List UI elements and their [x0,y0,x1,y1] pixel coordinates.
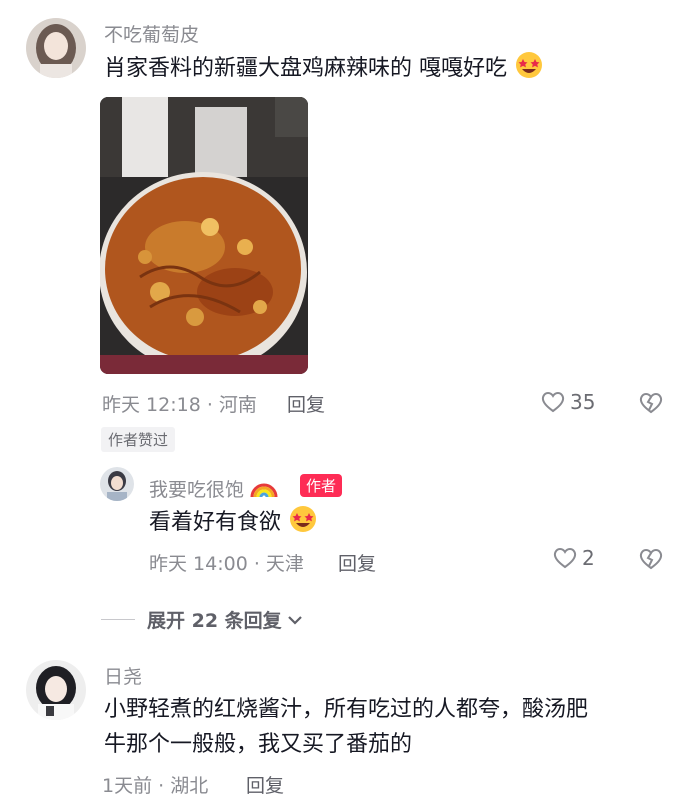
expand-replies-button[interactable]: 展开 22 条回复 [101,606,305,633]
broken-heart-icon[interactable] [638,547,664,575]
comment-time-location: 1天前 · 湖北 [102,775,209,797]
chevron-down-icon [287,615,302,625]
reply-button[interactable]: 回复 [338,549,376,576]
reply-username[interactable]: 我要吃很饱 [149,475,278,502]
reply-button[interactable]: 回复 [246,771,284,798]
divider [101,619,135,620]
star-struck-emoji-icon [288,504,318,534]
comment-text: 肖家香料的新疆大盘鸡麻辣味的 嘎嘎好吃 [104,50,544,86]
comment-username[interactable]: 日尧 [104,662,142,689]
expand-replies-label: 展开 22 条回复 [147,610,282,632]
rainbow-emoji-icon [250,477,278,499]
like-button[interactable]: 35 [540,390,595,414]
comment-text-line-2: 牛那个一般般，我又买了番茄的 [104,732,413,757]
comment-username[interactable]: 不吃葡萄皮 [104,20,199,47]
like-button[interactable]: 2 [552,546,595,570]
author-liked-tag: 作者赞过 [101,427,176,452]
avatar[interactable] [100,467,134,501]
reply-username-text: 我要吃很饱 [149,479,245,501]
comment-time-location: 昨天 12:18 · 河南 [102,394,257,416]
like-count: 2 [582,546,595,570]
comment-text-body: 肖家香料的新疆大盘鸡麻辣味的 嘎嘎好吃 [104,56,507,81]
reply-time-location: 昨天 14:00 · 天津 [149,553,304,575]
avatar[interactable] [26,660,86,720]
reply-button[interactable]: 回复 [287,390,325,417]
broken-heart-icon[interactable] [638,391,664,419]
like-count: 35 [570,390,596,414]
heart-outline-icon [553,548,577,569]
reply-text: 看着好有食欲 [149,504,318,540]
star-struck-emoji-icon [514,50,544,80]
reply-text-body: 看着好有食欲 [149,510,282,535]
comment-image[interactable] [100,97,308,374]
author-badge: 作者 [300,474,343,497]
comment-text-line-1: 小野轻煮的红烧酱汁，所有吃过的人都夸，酸汤肥 [104,697,589,722]
heart-outline-icon [541,392,565,413]
avatar[interactable] [26,18,86,78]
